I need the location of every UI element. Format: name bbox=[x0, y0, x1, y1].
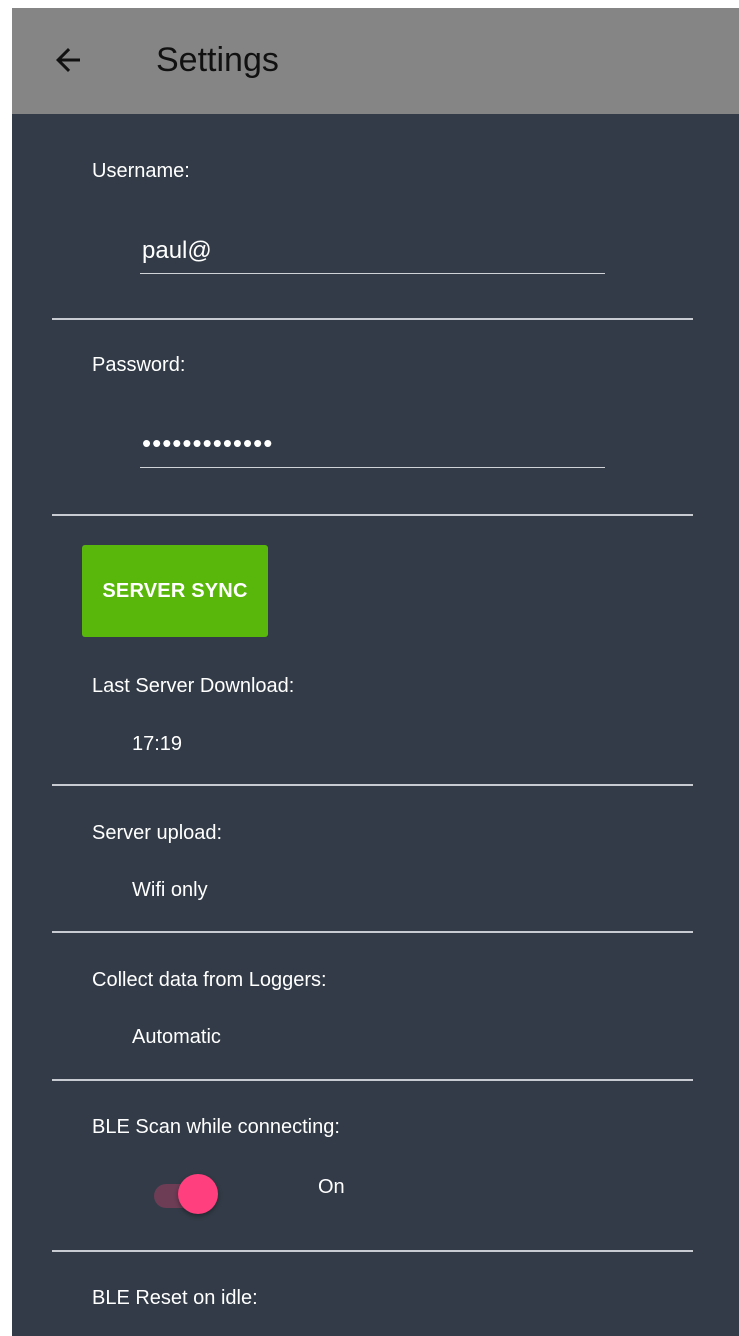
password-input[interactable]: ••••••••••••• bbox=[140, 428, 605, 468]
divider bbox=[52, 1079, 693, 1081]
last-server-download-label: Last Server Download: bbox=[92, 675, 295, 697]
divider bbox=[52, 931, 693, 933]
divider bbox=[52, 514, 693, 516]
divider bbox=[52, 318, 693, 320]
collect-data-label: Collect data from Loggers: bbox=[92, 969, 327, 991]
app-bar: Settings bbox=[12, 8, 739, 114]
toggle-thumb bbox=[178, 1174, 218, 1214]
ble-scan-state: On bbox=[318, 1176, 345, 1198]
collect-data-value[interactable]: Automatic bbox=[132, 1024, 221, 1050]
divider bbox=[52, 1250, 693, 1252]
settings-screen: Settings Username: paul@ Password: •••••… bbox=[12, 8, 739, 1336]
last-server-download-value: 17:19 bbox=[132, 733, 183, 755]
page-title: Settings bbox=[156, 41, 279, 79]
server-sync-button[interactable]: SERVER SYNC bbox=[82, 545, 268, 637]
server-upload-label: Server upload: bbox=[92, 822, 223, 844]
back-button[interactable] bbox=[42, 34, 94, 86]
password-label: Password: bbox=[92, 354, 186, 376]
server-upload-value[interactable]: Wifi only bbox=[132, 877, 208, 903]
username-input[interactable]: paul@ bbox=[140, 234, 605, 274]
divider bbox=[52, 784, 693, 786]
ble-scan-toggle[interactable] bbox=[152, 1174, 222, 1218]
ble-scan-label: BLE Scan while connecting: bbox=[92, 1116, 340, 1138]
ble-reset-label: BLE Reset on idle: bbox=[92, 1287, 258, 1309]
username-label: Username: bbox=[92, 160, 190, 182]
arrow-back-icon bbox=[56, 48, 80, 72]
